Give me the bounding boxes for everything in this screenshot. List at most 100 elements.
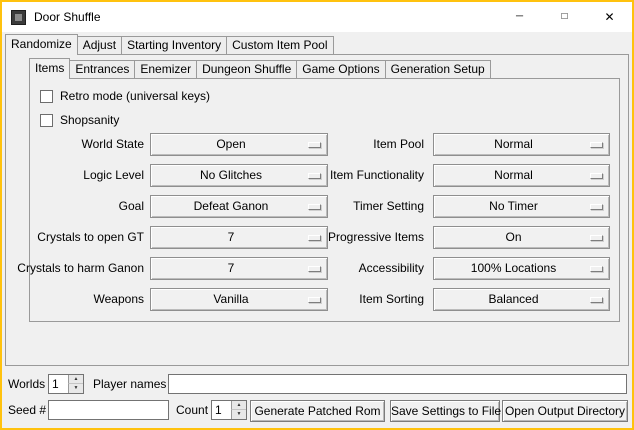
weapons-value: Vanilla bbox=[153, 289, 309, 310]
goal-dropdown[interactable]: Defeat Ganon bbox=[150, 195, 328, 218]
retro-mode-label: Retro mode (universal keys) bbox=[60, 89, 210, 103]
worlds-label: Worlds bbox=[8, 374, 45, 394]
tab-game-options[interactable]: Game Options bbox=[296, 60, 385, 79]
tab-entrances[interactable]: Entrances bbox=[69, 60, 135, 79]
seed-input[interactable] bbox=[48, 400, 169, 420]
open-output-directory-button[interactable]: Open Output Directory bbox=[502, 400, 628, 422]
tab-adjust[interactable]: Adjust bbox=[77, 36, 122, 55]
item-functionality-dropdown[interactable]: Normal bbox=[433, 164, 610, 187]
tab-items-label: Items bbox=[35, 61, 64, 75]
randomize-tab-bar: Items Entrances Enemizer Dungeon Shuffle… bbox=[29, 58, 490, 79]
progressive-items-dropdown[interactable]: On bbox=[433, 226, 610, 249]
item-functionality-value: Normal bbox=[436, 165, 591, 186]
close-icon: ✕ bbox=[604, 11, 614, 23]
world-state-value: Open bbox=[153, 134, 309, 155]
item-pool-value: Normal bbox=[436, 134, 591, 155]
spin-up-icon[interactable]: ▲ bbox=[68, 375, 83, 384]
dropdown-indicator-icon bbox=[590, 142, 603, 148]
seed-label: Seed # bbox=[8, 400, 46, 420]
accessibility-value: 100% Locations bbox=[436, 258, 591, 279]
dropdown-indicator-icon bbox=[308, 142, 321, 148]
tab-enemizer[interactable]: Enemizer bbox=[134, 60, 197, 79]
worlds-spin-buttons: ▲ ▼ bbox=[68, 375, 83, 393]
progressive-items-label: Progressive Items bbox=[328, 226, 424, 249]
world-state-dropdown[interactable]: Open bbox=[150, 133, 328, 156]
window-controls: ─ □ ✕ bbox=[497, 2, 632, 32]
tab-starting-inventory[interactable]: Starting Inventory bbox=[121, 36, 227, 55]
generate-patched-rom-button[interactable]: Generate Patched Rom bbox=[250, 400, 385, 422]
dropdown-indicator-icon bbox=[590, 266, 603, 272]
tab-generation-setup-label: Generation Setup bbox=[391, 62, 485, 76]
item-sorting-value: Balanced bbox=[436, 289, 591, 310]
crystals-ganon-value: 7 bbox=[153, 258, 309, 279]
minimize-button[interactable]: ─ bbox=[497, 2, 542, 32]
logic-level-label: Logic Level bbox=[83, 164, 144, 187]
logic-level-dropdown[interactable]: No Glitches bbox=[150, 164, 328, 187]
tab-generation-setup[interactable]: Generation Setup bbox=[385, 60, 491, 79]
item-pool-dropdown[interactable]: Normal bbox=[433, 133, 610, 156]
items-panel: Retro mode (universal keys) Shopsanity W… bbox=[29, 78, 620, 322]
shopsanity-label: Shopsanity bbox=[60, 113, 119, 127]
tab-game-options-label: Game Options bbox=[302, 62, 379, 76]
tab-entrances-label: Entrances bbox=[75, 62, 129, 76]
main-tab-bar: Randomize Adjust Starting Inventory Cust… bbox=[5, 34, 333, 55]
tab-enemizer-label: Enemizer bbox=[140, 62, 191, 76]
app-icon[interactable] bbox=[11, 10, 26, 25]
minimize-icon: ─ bbox=[516, 12, 523, 22]
goal-value: Defeat Ganon bbox=[153, 196, 309, 217]
crystals-ganon-label: Crystals to harm Ganon bbox=[17, 257, 144, 280]
crystals-ganon-dropdown[interactable]: 7 bbox=[150, 257, 328, 280]
progressive-items-value: On bbox=[436, 227, 591, 248]
worlds-spinbox[interactable]: 1 ▲ ▼ bbox=[48, 374, 84, 394]
titlebar: Door Shuffle ─ □ ✕ bbox=[2, 2, 632, 32]
world-state-label: World State bbox=[82, 133, 144, 156]
item-functionality-label: Item Functionality bbox=[330, 164, 424, 187]
dropdown-indicator-icon bbox=[590, 297, 603, 303]
tab-dungeon-shuffle[interactable]: Dungeon Shuffle bbox=[196, 60, 297, 79]
tab-custom-item-pool[interactable]: Custom Item Pool bbox=[226, 36, 333, 55]
dropdown-indicator-icon bbox=[308, 173, 321, 179]
dropdown-indicator-icon bbox=[590, 173, 603, 179]
retro-mode-checkbox[interactable] bbox=[40, 90, 53, 103]
spin-down-icon[interactable]: ▼ bbox=[231, 410, 246, 419]
spin-up-icon[interactable]: ▲ bbox=[231, 401, 246, 410]
item-pool-label: Item Pool bbox=[373, 133, 424, 156]
timer-setting-dropdown[interactable]: No Timer bbox=[433, 195, 610, 218]
crystals-gt-value: 7 bbox=[153, 227, 309, 248]
tab-starting-inventory-label: Starting Inventory bbox=[127, 38, 221, 52]
maximize-button[interactable]: □ bbox=[542, 2, 587, 32]
item-sorting-dropdown[interactable]: Balanced bbox=[433, 288, 610, 311]
crystals-gt-dropdown[interactable]: 7 bbox=[150, 226, 328, 249]
dropdown-indicator-icon bbox=[590, 204, 603, 210]
tab-adjust-label: Adjust bbox=[83, 38, 116, 52]
save-settings-button[interactable]: Save Settings to File bbox=[390, 400, 500, 422]
dropdown-indicator-icon bbox=[308, 204, 321, 210]
count-spinbox[interactable]: 1 ▲ ▼ bbox=[211, 400, 247, 420]
weapons-label: Weapons bbox=[94, 288, 144, 311]
maximize-icon: □ bbox=[561, 12, 567, 22]
accessibility-dropdown[interactable]: 100% Locations bbox=[433, 257, 610, 280]
dropdown-indicator-icon bbox=[308, 266, 321, 272]
retro-mode-row: Retro mode (universal keys) bbox=[40, 88, 210, 104]
worlds-value[interactable]: 1 bbox=[52, 376, 67, 392]
door-shuffle-window: Door Shuffle ─ □ ✕ Randomize Adjust Star… bbox=[0, 0, 634, 430]
shopsanity-checkbox[interactable] bbox=[40, 114, 53, 127]
spin-down-icon[interactable]: ▼ bbox=[68, 384, 83, 393]
tab-items[interactable]: Items bbox=[29, 58, 70, 79]
player-names-input[interactable] bbox=[168, 374, 627, 394]
count-value[interactable]: 1 bbox=[215, 402, 230, 418]
close-button[interactable]: ✕ bbox=[587, 2, 632, 32]
tab-dungeon-shuffle-label: Dungeon Shuffle bbox=[202, 62, 291, 76]
tab-randomize[interactable]: Randomize bbox=[5, 34, 78, 55]
count-spin-buttons: ▲ ▼ bbox=[231, 401, 246, 419]
accessibility-label: Accessibility bbox=[359, 257, 424, 280]
dropdown-indicator-icon bbox=[308, 235, 321, 241]
count-label: Count bbox=[176, 400, 208, 420]
tab-randomize-label: Randomize bbox=[11, 37, 72, 51]
dropdown-indicator-icon bbox=[590, 235, 603, 241]
timer-setting-value: No Timer bbox=[436, 196, 591, 217]
timer-setting-label: Timer Setting bbox=[353, 195, 424, 218]
tab-custom-item-pool-label: Custom Item Pool bbox=[232, 38, 327, 52]
item-sorting-label: Item Sorting bbox=[359, 288, 424, 311]
weapons-dropdown[interactable]: Vanilla bbox=[150, 288, 328, 311]
